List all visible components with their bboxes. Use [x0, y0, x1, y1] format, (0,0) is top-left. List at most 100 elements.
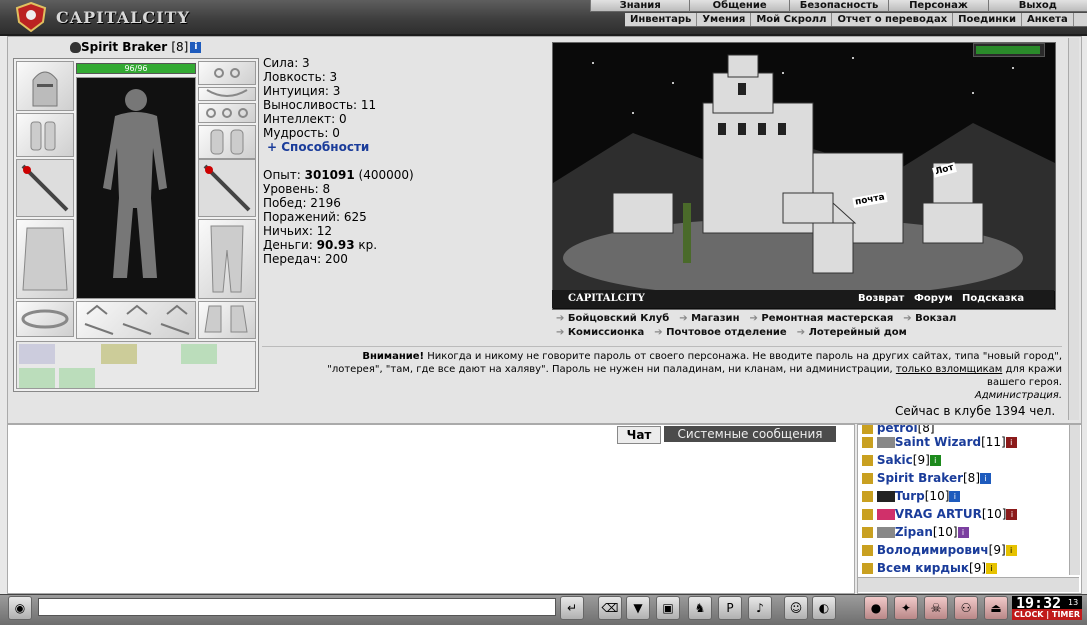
belt-slot[interactable] [16, 301, 74, 337]
submenu-skills[interactable]: Умения [697, 13, 752, 26]
fight-icon[interactable]: ✦ [894, 596, 918, 620]
translit-icon[interactable]: P [718, 596, 742, 620]
private-message-icon[interactable] [862, 545, 873, 556]
submenu-duels[interactable]: Поединки [953, 13, 1022, 26]
location-shop[interactable]: Магазин [679, 312, 739, 326]
location-lottery[interactable]: Лотерейный дом [797, 326, 907, 340]
list-item[interactable]: Spirit Braker[8] i [862, 471, 991, 489]
clock-timer-label[interactable]: CLOCK | TIMER [1012, 609, 1082, 620]
exit-icon[interactable]: ⏏ [984, 596, 1008, 620]
back-link[interactable]: Возврат [858, 293, 904, 304]
menu-security[interactable]: Безопасность [788, 0, 889, 12]
gloves-slot[interactable] [198, 125, 256, 159]
private-message-icon[interactable] [862, 491, 873, 502]
info-icon[interactable]: i [957, 527, 969, 538]
menu-knowledge[interactable]: Знания [590, 0, 690, 12]
main-menu: Знания Общение Безопасность Персонаж Вых… [590, 0, 1087, 12]
users-hscrollbar[interactable] [858, 577, 1079, 592]
scroll-icon[interactable] [19, 344, 55, 364]
menu-exit[interactable]: Выход [987, 0, 1087, 12]
lock-scroll-icon[interactable] [101, 344, 137, 364]
hackers-link[interactable]: только взломщикам [896, 364, 1002, 375]
chat-window[interactable] [7, 424, 855, 594]
list-item[interactable]: Sakic[9] i [862, 453, 941, 471]
forum-link[interactable]: Форум [914, 293, 953, 304]
abilities-link[interactable]: + Способности [267, 140, 414, 154]
logo[interactable]: CAPITALCITY [56, 8, 190, 27]
private-message-icon[interactable] [862, 455, 873, 466]
info-icon[interactable]: i [949, 491, 961, 502]
location-post[interactable]: Почтовое отделение [654, 326, 787, 340]
hint-link[interactable]: Подсказка [962, 293, 1024, 304]
city-view[interactable]: почта Лот [552, 42, 1056, 310]
private-message-icon[interactable] [862, 437, 873, 448]
smiley-icon[interactable]: ☺ [784, 596, 808, 620]
helmet-button-icon[interactable]: ◐ [812, 596, 836, 620]
list-item[interactable]: Saint Wizard[11] i [862, 435, 1017, 453]
stat-wins: Побед: 2196 [263, 196, 341, 210]
menu-character[interactable]: Персонаж [888, 0, 988, 12]
location-repair[interactable]: Ремонтная мастерская [749, 312, 893, 326]
tab-system-messages[interactable]: Системные сообщения [664, 426, 836, 442]
location-links: Бойцовский Клуб Магазин Ремонтная мастерск… [552, 312, 1054, 342]
save-icon[interactable]: ▣ [656, 596, 680, 620]
private-message-icon[interactable] [862, 563, 873, 574]
submenu-transfers[interactable]: Отчет о переводах [832, 13, 954, 26]
submenu-scroll[interactable]: Мой Скролл [751, 13, 833, 26]
amulet-slot[interactable] [198, 87, 256, 101]
rings-slot[interactable] [198, 103, 256, 123]
bracers-icon [30, 121, 56, 151]
private-message-icon[interactable] [862, 473, 873, 484]
speaker-icon[interactable]: ◉ [8, 596, 32, 620]
weapon-left-slot[interactable] [16, 159, 74, 217]
location-commission[interactable]: Комиссионка [556, 326, 644, 340]
attack-scroll-icon[interactable] [19, 368, 55, 388]
character-name[interactable]: Spirit Braker [8] i [70, 40, 202, 54]
private-message-icon[interactable] [862, 527, 873, 538]
bag-icon[interactable]: ● [864, 596, 888, 620]
tab-chat[interactable]: Чат [617, 426, 661, 444]
list-item[interactable]: Zipan[10] i [862, 525, 969, 543]
users-scrollbar[interactable] [1069, 425, 1080, 575]
list-item[interactable]: Turp[10] i [862, 489, 961, 507]
earrings-slot[interactable] [198, 61, 256, 85]
defense-scroll-icon[interactable] [59, 368, 95, 388]
private-message-icon[interactable] [862, 509, 873, 520]
leggings-slot[interactable] [198, 219, 256, 299]
bracers-slot[interactable] [16, 113, 74, 157]
location-fight-club[interactable]: Бойцовский Клуб [556, 312, 669, 326]
music-icon[interactable]: ♪ [748, 596, 772, 620]
fighter-icon[interactable]: ♞ [688, 596, 712, 620]
location-station[interactable]: Вокзал [903, 312, 956, 326]
info-icon[interactable]: i [986, 563, 998, 574]
helmet-slot[interactable] [16, 61, 74, 111]
list-item[interactable]: VRAG ARTUR[10] i [862, 507, 1018, 525]
info-icon[interactable]: i [190, 42, 202, 53]
runes-slot[interactable] [76, 301, 196, 339]
armor-slot[interactable] [16, 219, 74, 299]
horse-clan-icon [876, 509, 895, 520]
boots-slot[interactable] [198, 301, 256, 339]
info-icon[interactable]: i [1006, 509, 1018, 520]
gloves-icon [210, 129, 244, 155]
submenu-inventory[interactable]: Инвентарь [625, 13, 698, 26]
info-icon[interactable]: i [1005, 437, 1017, 448]
info-icon[interactable]: i [1005, 545, 1017, 556]
menu-communication[interactable]: Общение [689, 0, 789, 12]
eraser-icon[interactable]: ⌫ [598, 596, 622, 620]
weapon-right-slot[interactable] [198, 159, 256, 217]
main-scrollbar[interactable] [1068, 38, 1079, 420]
skull-icon[interactable]: ☠ [924, 596, 948, 620]
private-message-icon[interactable] [862, 425, 873, 434]
helmet-icon [32, 71, 58, 107]
filter-icon[interactable]: ▼ [626, 596, 650, 620]
potion-scroll-icon[interactable] [181, 344, 217, 364]
list-item[interactable]: Володимирович[9] i [862, 543, 1017, 561]
chat-input[interactable] [38, 598, 556, 616]
info-icon[interactable]: i [929, 455, 941, 466]
stat-intuition: Интуиция: 3 [263, 84, 341, 98]
submenu-profile[interactable]: Анкета [1022, 13, 1074, 26]
users-icon[interactable]: ⚇ [954, 596, 978, 620]
send-icon[interactable]: ↵ [560, 596, 584, 620]
info-icon[interactable]: i [980, 473, 991, 484]
